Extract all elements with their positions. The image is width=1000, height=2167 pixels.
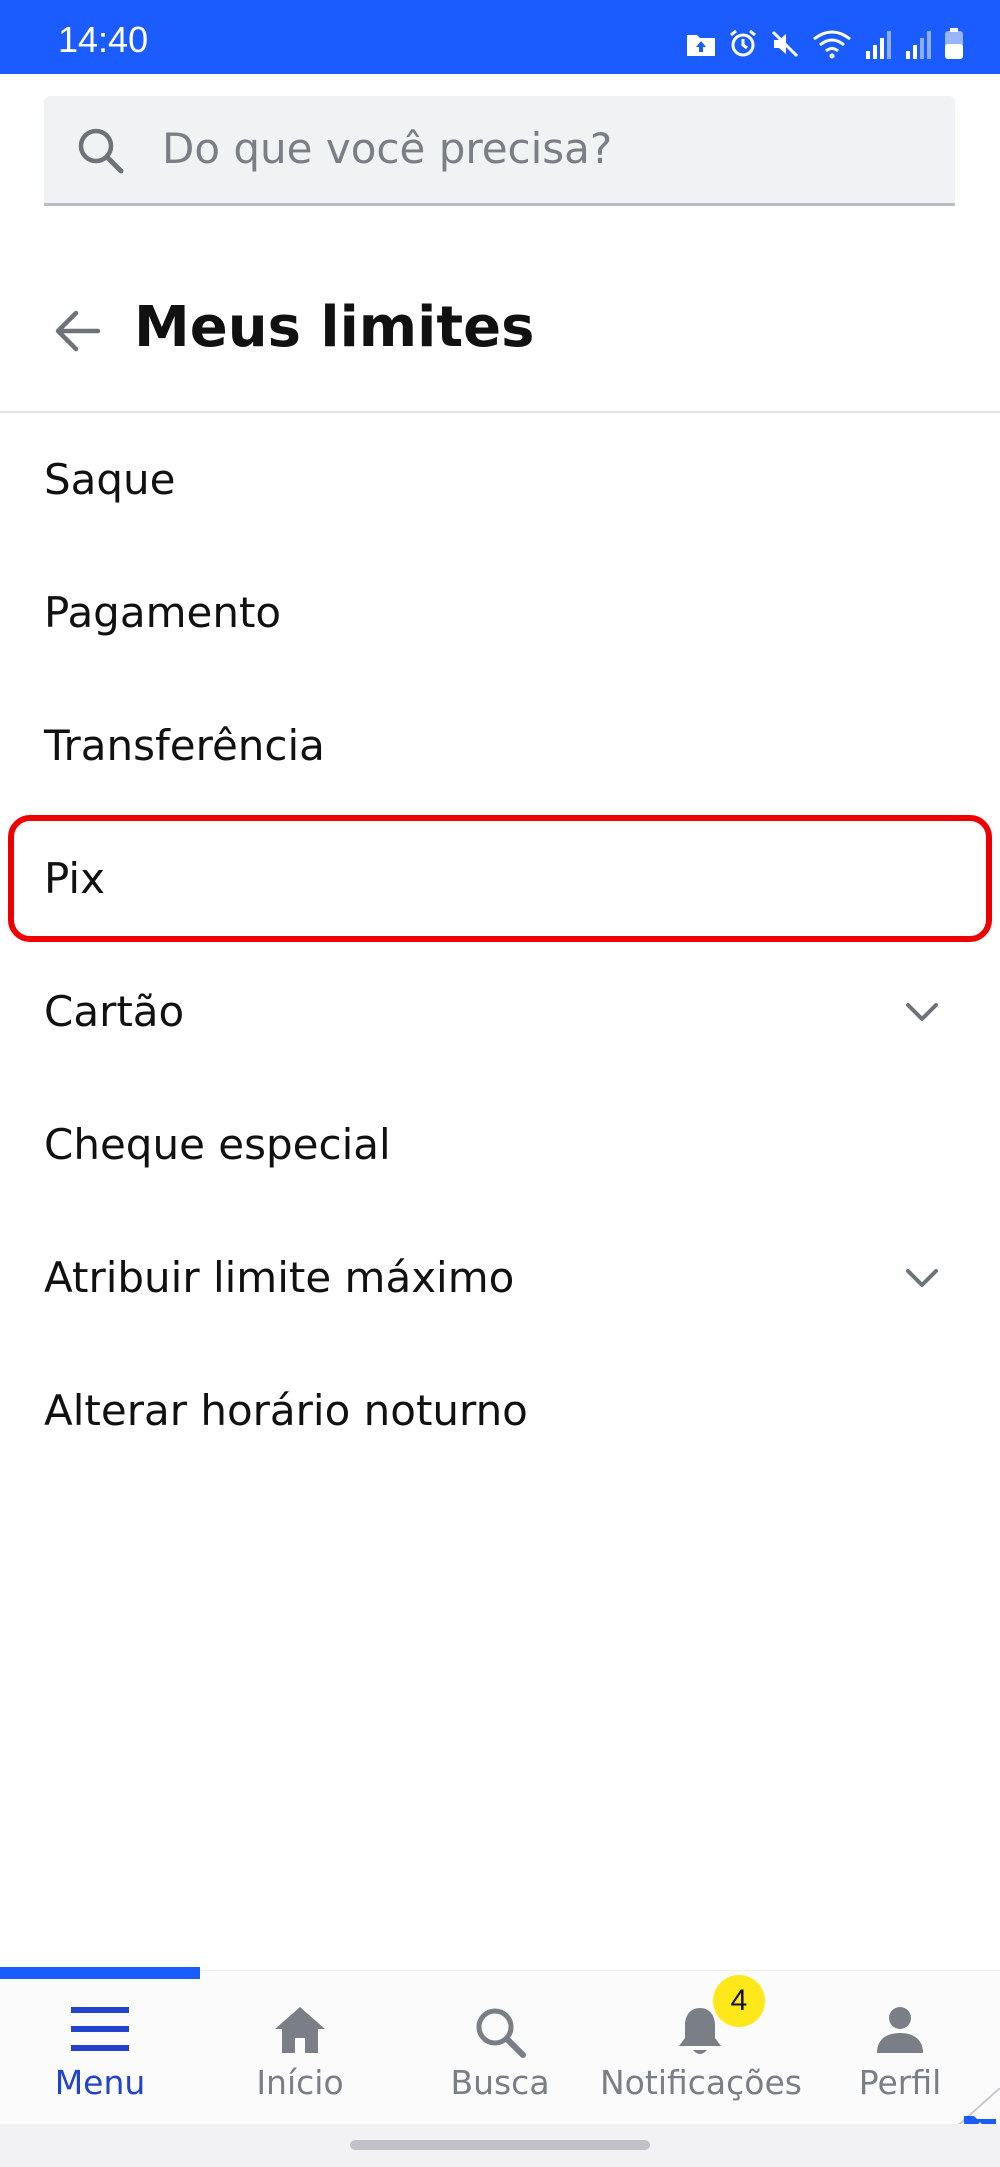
menu-item-cheque-especial[interactable]: Cheque especial (0, 1078, 1000, 1211)
menu-item-transferencia[interactable]: Transferência (0, 679, 1000, 812)
nav-label: Menu (54, 2063, 146, 2102)
menu-item-label: Cheque especial (44, 1120, 391, 1169)
menu-item-label: Pagamento (44, 588, 282, 637)
menu-item-pix[interactable]: Pix (0, 812, 1000, 945)
signal-icon (864, 29, 892, 63)
alarm-icon (728, 29, 758, 63)
search-icon (473, 2005, 527, 2063)
nav-item-menu[interactable]: Menu (0, 1971, 200, 2125)
nav-item-notificacoes[interactable]: 4 Notificações (600, 1971, 802, 2125)
menu-item-label: Transferência (44, 721, 325, 770)
notification-badge: 4 (713, 1975, 765, 2027)
menu-item-label: Saque (44, 455, 176, 504)
battery-icon (944, 28, 964, 64)
home-icon (273, 2005, 327, 2059)
status-time: 14:40 (58, 19, 149, 60)
person-icon (875, 2005, 925, 2059)
home-indicator[interactable] (350, 2140, 650, 2150)
menu-item-pagamento[interactable]: Pagamento (0, 546, 1000, 679)
nav-label: Notificações (600, 2063, 802, 2102)
menu-item-alterar-horario-noturno[interactable]: Alterar horário noturno (0, 1344, 1000, 1477)
chevron-down-icon[interactable] (904, 1264, 940, 1296)
menu-item-saque[interactable]: Saque (0, 413, 1000, 546)
nav-item-inicio[interactable]: Início (200, 1971, 400, 2125)
mute-icon (770, 29, 800, 63)
nav-label: Busca (450, 2063, 550, 2102)
search-bar[interactable] (44, 96, 955, 206)
status-icons (686, 28, 964, 64)
arrow-left-icon[interactable] (52, 306, 102, 360)
menu-item-label: Pix (44, 854, 105, 903)
menu-item-cartao[interactable]: Cartão (0, 945, 1000, 1078)
menu-item-label: Cartão (44, 987, 185, 1036)
search-icon (76, 126, 126, 180)
folder-upload-icon (686, 31, 716, 61)
wifi-icon (812, 29, 852, 63)
system-gesture-area (0, 2124, 1000, 2167)
menu-item-atribuir-limite-maximo[interactable]: Atribuir limite máximo (0, 1211, 1000, 1344)
limits-menu-list: Saque Pagamento Transferência Pix Cartão… (0, 413, 1000, 1477)
chevron-down-icon[interactable] (904, 998, 940, 1030)
nav-label: Início (256, 2063, 344, 2102)
page-title: Meus limites (134, 295, 535, 360)
nav-item-busca[interactable]: Busca (400, 1971, 600, 2125)
bottom-nav: Menu Início Busca 4 Notificações Perfil (0, 1967, 1000, 2125)
search-input[interactable] (162, 118, 902, 178)
hamburger-icon (71, 2005, 129, 2057)
menu-item-label: Atribuir limite máximo (44, 1253, 515, 1302)
signal-icon-2 (904, 29, 932, 63)
status-bar: 14:40 (0, 0, 1000, 74)
menu-item-label: Alterar horário noturno (44, 1386, 528, 1435)
